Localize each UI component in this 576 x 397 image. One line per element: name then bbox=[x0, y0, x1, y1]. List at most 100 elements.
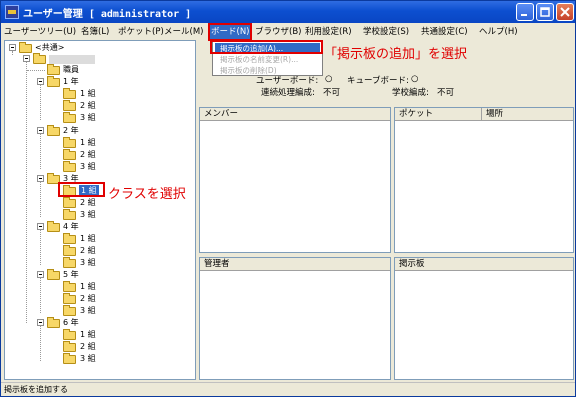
tree-grade-3-class-3[interactable]: 3 組 bbox=[80, 209, 96, 220]
collapse-toggle[interactable] bbox=[23, 55, 30, 62]
folder-icon bbox=[63, 112, 76, 123]
highlight-board-menu bbox=[208, 23, 252, 41]
folder-icon bbox=[63, 88, 76, 99]
menu-common-settings[interactable]: 共通設定(C) bbox=[421, 25, 468, 39]
tree-grade-3-class-2[interactable]: 2 組 bbox=[80, 197, 96, 208]
folder-icon bbox=[47, 76, 60, 87]
annotation-select-class: クラスを選択 bbox=[108, 187, 186, 202]
folder-icon bbox=[63, 100, 76, 111]
folder-icon bbox=[63, 329, 76, 340]
title-bar[interactable]: ユーザー管理 [ administrator ] bbox=[1, 1, 575, 23]
pocket-panel[interactable]: ポケット 場所 bbox=[394, 107, 574, 253]
members-panel[interactable]: メンバー bbox=[199, 107, 391, 253]
menu-roster[interactable]: 名簿(L) bbox=[81, 25, 109, 39]
menu-school-settings[interactable]: 学校設定(S) bbox=[363, 25, 409, 39]
menu-item-delete-board[interactable]: 掲示板の削除(D) bbox=[215, 65, 320, 76]
status-text: 掲示板を追加する bbox=[4, 385, 68, 394]
tree-grade-1[interactable]: 1 年 bbox=[63, 76, 79, 87]
app-window: ユーザー管理 [ administrator ] ユーザーツリー(U) 名簿(L… bbox=[0, 0, 576, 397]
tree-grade-2-class-3[interactable]: 3 組 bbox=[80, 161, 96, 172]
maximize-button[interactable] bbox=[536, 3, 554, 21]
tree-grade-4-class-2[interactable]: 2 組 bbox=[80, 245, 96, 256]
administrators-header: 管理者 bbox=[200, 258, 390, 271]
folder-icon bbox=[63, 233, 76, 244]
menu-pocket[interactable]: ポケット(P) bbox=[118, 25, 164, 39]
cube-board-label: キューブボード: bbox=[347, 76, 409, 86]
highlight-add-board-item bbox=[210, 40, 323, 54]
menu-bar: ユーザーツリー(U) 名簿(L) ポケット(P) メール(M) ボード(N) ブ… bbox=[1, 23, 575, 40]
tree-grade-2-class-1[interactable]: 1 組 bbox=[80, 137, 96, 148]
boards-header: 掲示板 bbox=[395, 258, 573, 271]
folder-icon bbox=[63, 293, 76, 304]
folder-icon bbox=[63, 245, 76, 256]
close-button[interactable] bbox=[556, 3, 574, 21]
school-organization-label: 学校編成: bbox=[392, 88, 429, 98]
window-title: ユーザー管理 [ administrator ] bbox=[23, 9, 192, 20]
collapse-toggle[interactable] bbox=[37, 78, 44, 85]
collapse-toggle[interactable] bbox=[9, 44, 16, 51]
folder-icon bbox=[19, 42, 32, 53]
close-icon bbox=[560, 7, 570, 17]
tree-root[interactable]: <共通> bbox=[35, 42, 64, 53]
cube-board-value: ○ bbox=[411, 74, 419, 84]
collapse-toggle[interactable] bbox=[37, 175, 44, 182]
tree-grade-4-class-3[interactable]: 3 組 bbox=[80, 257, 96, 268]
tree-staff[interactable]: 職員 bbox=[63, 64, 79, 75]
folder-icon bbox=[63, 257, 76, 268]
tree-grade-1-class-1[interactable]: 1 組 bbox=[80, 88, 96, 99]
user-board-value: ○ bbox=[325, 74, 333, 84]
status-bar: 掲示板を追加する bbox=[1, 382, 575, 396]
pocket-column-header[interactable]: ポケット bbox=[395, 108, 481, 121]
tree-grade-6-class-1[interactable]: 1 組 bbox=[80, 329, 96, 340]
administrators-panel[interactable]: 管理者 bbox=[199, 257, 391, 380]
tree-grade-6-class-3[interactable]: 3 組 bbox=[80, 353, 96, 364]
folder-icon bbox=[63, 341, 76, 352]
tree-grade-5-class-3[interactable]: 3 組 bbox=[80, 305, 96, 316]
serial-processing-label: 連続処理編成: bbox=[261, 88, 315, 98]
folder-icon bbox=[63, 209, 76, 220]
location-column-header[interactable]: 場所 bbox=[481, 108, 573, 121]
minimize-icon bbox=[521, 14, 527, 16]
members-header: メンバー bbox=[200, 108, 390, 121]
tree-grade-2[interactable]: 2 年 bbox=[63, 125, 79, 136]
folder-icon bbox=[63, 197, 76, 208]
folder-icon bbox=[63, 305, 76, 316]
school-name-blurred bbox=[49, 55, 95, 64]
menu-help[interactable]: ヘルプ(H) bbox=[479, 25, 518, 39]
serial-processing-value: 不可 bbox=[323, 88, 341, 98]
tree-grade-2-class-2[interactable]: 2 組 bbox=[80, 149, 96, 160]
menu-browser[interactable]: ブラウザ(B) bbox=[255, 25, 301, 39]
folder-icon bbox=[63, 353, 76, 364]
menu-user-tree[interactable]: ユーザーツリー(U) bbox=[4, 25, 76, 39]
tree-grade-1-class-3[interactable]: 3 組 bbox=[80, 112, 96, 123]
folder-icon bbox=[63, 161, 76, 172]
folder-icon bbox=[47, 125, 60, 136]
menu-usage-settings[interactable]: 利用設定(R) bbox=[305, 25, 352, 39]
tree-grade-6[interactable]: 6 年 bbox=[63, 317, 79, 328]
tree-grade-5-class-1[interactable]: 1 組 bbox=[80, 281, 96, 292]
tree-grade-1-class-2[interactable]: 2 組 bbox=[80, 100, 96, 111]
school-organization-value: 不可 bbox=[437, 88, 455, 98]
collapse-toggle[interactable] bbox=[37, 319, 44, 326]
folder-icon bbox=[47, 221, 60, 232]
folder-icon bbox=[33, 53, 46, 64]
folder-icon bbox=[47, 269, 60, 280]
minimize-button[interactable] bbox=[516, 3, 534, 21]
folder-icon bbox=[47, 64, 60, 75]
menu-item-rename-board[interactable]: 掲示板の名前変更(R)... bbox=[215, 54, 320, 65]
highlight-class-node bbox=[58, 182, 105, 197]
folder-icon bbox=[63, 149, 76, 160]
user-tree[interactable]: <共通> 職員 1 年 1 組 2 組 3 組 2 年 1 組 2 組 3 組 bbox=[4, 40, 196, 380]
collapse-toggle[interactable] bbox=[37, 271, 44, 278]
collapse-toggle[interactable] bbox=[37, 127, 44, 134]
menu-mail[interactable]: メール(M) bbox=[164, 25, 203, 39]
boards-panel[interactable]: 掲示板 bbox=[394, 257, 574, 380]
collapse-toggle[interactable] bbox=[37, 223, 44, 230]
tree-grade-5-class-2[interactable]: 2 組 bbox=[80, 293, 96, 304]
app-icon bbox=[5, 5, 19, 19]
annotation-select-add-board: 「掲示板の追加」を選択 bbox=[324, 47, 468, 62]
tree-grade-5[interactable]: 5 年 bbox=[63, 269, 79, 280]
tree-grade-4-class-1[interactable]: 1 組 bbox=[80, 233, 96, 244]
tree-grade-6-class-2[interactable]: 2 組 bbox=[80, 341, 96, 352]
tree-grade-4[interactable]: 4 年 bbox=[63, 221, 79, 232]
